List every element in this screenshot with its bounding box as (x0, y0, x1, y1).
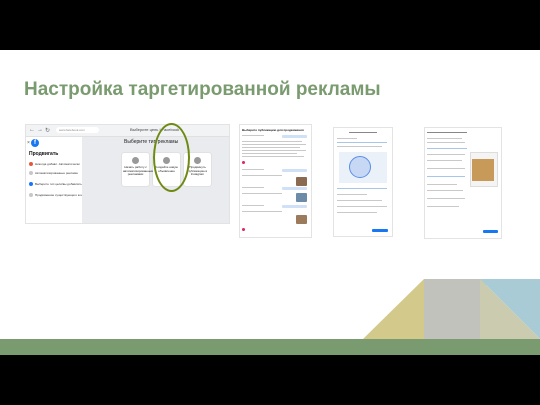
ad-type-card[interactable]: Начать работу с автоматизированными рекл… (122, 153, 155, 186)
screenshot-audience-edit (333, 127, 393, 237)
sidebar-item[interactable]: Никогда добавл. Автоматически (29, 162, 80, 167)
back-icon[interactable]: ← (29, 127, 35, 133)
sidebar-item[interactable]: Выберите тип цели/вы добавлять (29, 182, 82, 187)
screenshot-post-list: Выберите публикацию для продвижения (239, 124, 312, 238)
forward-icon[interactable]: → (37, 127, 43, 133)
post-thumbnail (296, 215, 307, 224)
screenshot-budget (424, 127, 502, 239)
sidebar-heading: Продвигать (29, 151, 59, 157)
save-button[interactable] (372, 229, 388, 232)
post-list-heading: Выберите публикацию для продвижения (242, 128, 304, 132)
heart-icon (242, 161, 245, 164)
facebook-logo-icon: f (31, 139, 39, 147)
browser-toolbar: ← → ↻ www.facebook.com Выберите цель | F… (26, 125, 229, 137)
budget-heading-bar (427, 132, 467, 133)
post-thumbnail (296, 193, 307, 202)
triangle-light-olive (363, 279, 424, 339)
screenshot-ad-type: ← → ↻ www.facebook.com Выберите цель | F… (25, 124, 230, 224)
reload-icon[interactable]: ↻ (45, 127, 50, 134)
ad-preview-image (472, 159, 494, 181)
instagram-icon (194, 157, 201, 164)
triangle-grey (424, 279, 486, 339)
promote-button[interactable] (282, 205, 307, 208)
audience-heading-bar (349, 132, 377, 133)
heart-icon (242, 228, 245, 231)
automation-icon (132, 157, 139, 164)
slide: Настройка таргетированной рекламы ← → ↻ … (0, 50, 540, 355)
sidebar-item[interactable]: Автоматизированные реклама (29, 171, 78, 176)
close-icon[interactable]: × (27, 140, 30, 146)
promote-button[interactable] (282, 135, 307, 138)
post-thumbnail (296, 177, 307, 186)
highlight-ellipse (153, 123, 190, 192)
radius-circle[interactable] (349, 156, 371, 178)
address-bar[interactable]: www.facebook.com (56, 127, 99, 133)
promote-button[interactable] (282, 169, 307, 172)
promote-button[interactable] (282, 187, 307, 190)
footer-bar (0, 339, 540, 355)
publish-button[interactable] (483, 230, 498, 233)
